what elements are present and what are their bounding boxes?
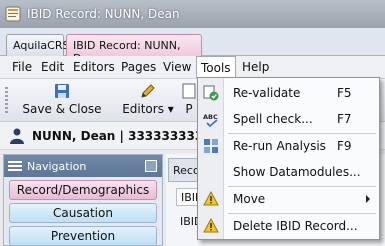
menu-item-delete-ibid-record[interactable]: Delete IBID Record... <box>198 215 379 237</box>
menu-item-revalidate[interactable]: Re-validate F5 <box>198 82 379 104</box>
menu-bar: File Edit Editors Pages View Tools Help <box>0 56 385 78</box>
tab-aquilacrs[interactable]: AquilaCRS <box>6 34 69 56</box>
editors-button[interactable]: Editors ▾ <box>118 83 178 119</box>
revalidate-icon <box>203 85 219 101</box>
menu-view[interactable]: View <box>163 60 191 74</box>
menu-editors[interactable]: Editors <box>73 60 115 74</box>
analysis-icon <box>204 139 218 153</box>
editors-label: Editors ▾ <box>122 102 174 116</box>
tools-dropdown-menu: Re-validate F5 ABC Spell check... F7 Re-… <box>197 77 380 240</box>
save-close-label: Save & Close <box>22 102 102 116</box>
menu-icon[interactable] <box>8 161 22 171</box>
tab-strip: AquilaCRS IBID Record: NUNN, Dean <box>0 28 385 65</box>
save-close-button[interactable]: Save & Close <box>18 83 106 119</box>
pin-icon[interactable] <box>145 160 157 172</box>
menu-separator <box>228 186 376 187</box>
toolbar-grip[interactable] <box>5 87 8 115</box>
page-icon <box>182 83 196 99</box>
spellcheck-icon: ABC <box>203 113 218 127</box>
pages-label-partial: P <box>185 102 193 116</box>
patient-summary: NUNN, Dean | 3333333333 | <box>32 128 221 143</box>
window-title: IBID Record: NUNN, Dean <box>27 7 180 21</box>
nav-item-causation[interactable]: Causation <box>9 203 157 223</box>
menu-separator <box>228 213 376 214</box>
submenu-arrow-icon <box>366 195 370 203</box>
nav-item-prevention[interactable]: Prevention <box>9 226 157 246</box>
pencil-icon <box>141 84 155 98</box>
menu-item-rerun-analysis[interactable]: Re-run Analysis F9 <box>198 135 379 157</box>
menu-item-move[interactable]: Move <box>198 188 379 210</box>
navigation-header: Navigation <box>4 155 162 177</box>
menu-file[interactable]: File <box>12 60 32 74</box>
pages-button-partial[interactable]: P <box>182 83 196 119</box>
menu-edit[interactable]: Edit <box>41 60 64 74</box>
warning-icon <box>203 191 219 206</box>
svg-text:ABC: ABC <box>203 113 218 121</box>
menu-pages[interactable]: Pages <box>121 60 156 74</box>
warning-icon <box>203 218 219 233</box>
navigation-panel: Navigation Record/Demographics Causation… <box>3 154 163 246</box>
menu-item-spell-check[interactable]: ABC Spell check... F7 <box>198 108 379 130</box>
chevron-down-icon: ▾ <box>167 102 174 116</box>
tab-ibid-record[interactable]: IBID Record: NUNN, Dean <box>66 34 202 65</box>
menu-tools[interactable]: Tools <box>196 56 236 78</box>
save-icon <box>55 84 69 98</box>
app-icon <box>5 6 21 22</box>
menu-help[interactable]: Help <box>242 60 269 74</box>
navigation-title: Navigation <box>27 159 87 173</box>
title-bar: IBID Record: NUNN, Dean <box>0 0 385 28</box>
nav-item-record-demographics[interactable]: Record/Demographics <box>9 180 157 200</box>
menu-separator <box>228 133 376 134</box>
menu-item-show-datamodules[interactable]: Show Datamodules... <box>198 161 379 183</box>
person-icon <box>10 128 24 144</box>
